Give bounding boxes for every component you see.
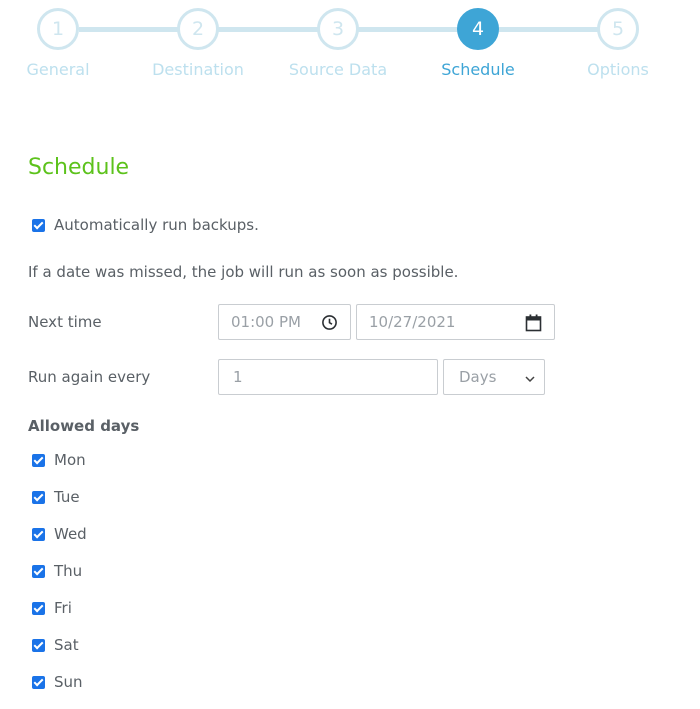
step-label: Schedule [441,60,515,79]
day-checkbox-row[interactable]: Wed [32,524,87,544]
allowed-days-heading: Allowed days [28,417,140,435]
step-number: 5 [597,8,639,50]
day-label: Wed [54,525,87,543]
step-source-data[interactable]: 3 Source Data [268,8,408,79]
day-label: Sat [54,636,79,654]
step-label: Options [587,60,649,79]
step-number: 3 [317,8,359,50]
day-checkbox-row[interactable]: Tue [32,487,80,507]
day-checkbox-wed[interactable] [32,527,45,541]
next-date-input[interactable]: 10/27/2021 [356,304,555,340]
step-label: General [26,60,90,79]
day-label: Fri [54,599,72,617]
step-label: Destination [152,60,244,79]
run-again-unit-value: Days [459,368,497,386]
step-number: 2 [177,8,219,50]
calendar-icon[interactable] [525,314,542,336]
wizard-stepper: 1 General 2 Destination 3 Source Data 4 … [0,0,700,90]
chevron-down-icon [524,371,536,389]
day-checkbox-sun[interactable] [32,675,45,689]
day-checkbox-row[interactable]: Fri [32,598,72,618]
day-checkbox-sat[interactable] [32,638,45,652]
day-checkbox-row[interactable]: Mon [32,450,86,470]
day-checkbox-row[interactable]: Sat [32,635,79,655]
next-time-label: Next time [28,313,102,331]
day-label: Thu [54,562,83,580]
run-again-unit-select[interactable]: Days [443,359,545,395]
day-checkbox-row[interactable]: Sun [32,672,83,692]
auto-run-checkbox[interactable] [32,218,45,232]
next-time-value: 01:00 PM [231,313,301,331]
day-checkbox-row[interactable]: Thu [32,561,82,581]
day-checkbox-tue[interactable] [32,490,45,504]
auto-run-label: Automatically run backups. [54,216,259,234]
day-checkbox-fri[interactable] [32,601,45,615]
step-schedule[interactable]: 4 Schedule [408,8,548,79]
auto-run-checkbox-row[interactable]: Automatically run backups. [32,215,259,235]
run-again-interval-input[interactable]: 1 [218,359,438,395]
day-checkbox-thu[interactable] [32,564,45,578]
clock-icon[interactable] [321,314,338,335]
step-number: 1 [37,8,79,50]
step-destination[interactable]: 2 Destination [128,8,268,79]
missed-date-note: If a date was missed, the job will run a… [28,263,459,281]
day-checkbox-mon[interactable] [32,453,45,467]
step-label: Source Data [288,60,388,79]
next-time-input[interactable]: 01:00 PM [218,304,351,340]
next-date-value: 10/27/2021 [369,313,456,331]
step-options[interactable]: 5 Options [548,8,688,79]
day-label: Mon [54,451,86,469]
day-label: Sun [54,673,83,691]
section-title: Schedule [28,155,130,180]
run-again-label: Run again every [28,368,151,386]
step-number: 4 [457,8,499,50]
day-label: Tue [54,488,80,506]
run-again-interval-value: 1 [233,368,243,386]
step-general[interactable]: 1 General [0,8,128,79]
